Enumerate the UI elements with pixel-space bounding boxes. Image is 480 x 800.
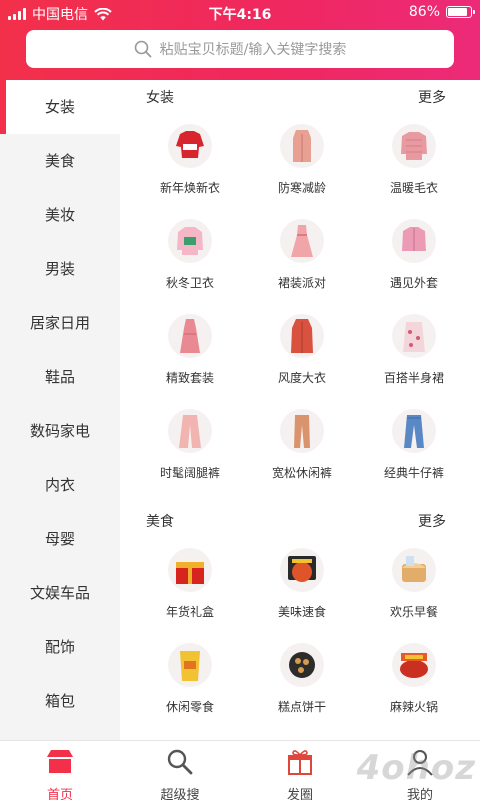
search-input[interactable]: 粘贴宝贝标题/输入关键字搜索 xyxy=(26,30,454,68)
sidebar-item[interactable]: 配饰 xyxy=(0,620,120,674)
subcategory-label: 糕点饼干 xyxy=(277,700,326,714)
subcategory-label: 遇见外套 xyxy=(389,276,438,290)
pink-dress-icon xyxy=(280,219,324,263)
sidebar-item[interactable]: 内衣 xyxy=(0,458,120,512)
subcategory-item[interactable]: 糕点饼干 xyxy=(246,633,358,728)
subcategory-item[interactable]: 百搭半身裙 xyxy=(358,304,470,399)
subcategory-label: 精致套装 xyxy=(165,371,214,385)
subcategory-item[interactable]: 麻辣火锅 xyxy=(358,633,470,728)
subcategory-label: 防寒减龄 xyxy=(277,181,326,195)
subcategory-label: 休闲零食 xyxy=(165,700,214,714)
subcategory-item[interactable]: 休闲零食 xyxy=(134,633,246,728)
jeans-icon xyxy=(392,409,436,453)
subcategory-item[interactable]: 遇见外套 xyxy=(358,209,470,304)
search-placeholder: 粘贴宝贝标题/输入关键字搜索 xyxy=(159,42,347,58)
gift-box-icon xyxy=(168,548,212,592)
category-content: 女装 更多 新年焕新衣 防寒减龄 温暖毛衣 秋冬卫衣 裙装派对 遇见外套 精致套装 风度大衣 百搭半… xyxy=(120,80,480,740)
section-title: 女装 xyxy=(146,90,174,106)
wide-leg-pants-icon xyxy=(168,409,212,453)
subcategory-label: 宽松休闲裤 xyxy=(271,466,332,480)
sidebar-item[interactable]: 居家日用 xyxy=(0,296,120,350)
tab-label: 发圈 xyxy=(286,788,313,800)
subcategory-label: 裙装派对 xyxy=(277,276,326,290)
subcategory-label: 新年焕新衣 xyxy=(159,181,220,195)
home-store-icon xyxy=(45,747,75,781)
subcategory-label: 美味速食 xyxy=(277,605,326,619)
subcategory-item[interactable]: 精致套装 xyxy=(134,304,246,399)
subcategory-item[interactable]: 防寒减龄 xyxy=(246,114,358,209)
instant-food-icon xyxy=(280,548,324,592)
gift-icon xyxy=(285,747,315,781)
hotpot-icon xyxy=(392,643,436,687)
subcategory-label: 经典牛仔裤 xyxy=(383,466,444,480)
sidebar-item[interactable]: 母婴 xyxy=(0,512,120,566)
subcategory-label: 秋冬卫衣 xyxy=(165,276,214,290)
subcategory-item[interactable]: 新年焕新衣 xyxy=(134,114,246,209)
more-link[interactable]: 更多 xyxy=(418,511,446,531)
subcategory-item[interactable]: 秋冬卫衣 xyxy=(134,209,246,304)
tab-label: 超级搜 xyxy=(160,788,200,800)
subcategory-label: 百搭半身裙 xyxy=(383,371,444,385)
battery-icon xyxy=(446,6,475,18)
subcategory-item[interactable]: 经典牛仔裤 xyxy=(358,399,470,494)
sidebar-item[interactable]: 美食 xyxy=(0,134,120,188)
subcategory-label: 麻辣火锅 xyxy=(389,700,438,714)
subcategory-item[interactable]: 温暖毛衣 xyxy=(358,114,470,209)
tab-super-search[interactable]: 超级搜 xyxy=(120,741,240,800)
subcategory-item[interactable]: 年货礼盒 xyxy=(134,538,246,633)
red-overcoat-icon xyxy=(280,314,324,358)
section-title: 美食 xyxy=(146,514,174,530)
subcategory-item[interactable]: 美味速食 xyxy=(246,538,358,633)
category-sidebar: 女装 美食 美妆 男装 居家日用 鞋品 数码家电 内衣 母婴 文娱车品 配饰 箱包 xyxy=(0,80,120,740)
tab-share-circle[interactable]: 发圈 xyxy=(240,741,360,800)
tab-home[interactable]: 首页 xyxy=(0,741,120,800)
watermark-logo: 4ohoz xyxy=(356,748,476,788)
subcategory-label: 风度大衣 xyxy=(277,371,326,385)
sidebar-item[interactable]: 鞋品 xyxy=(0,350,120,404)
status-right: 86% xyxy=(408,4,475,20)
floral-skirt-icon xyxy=(392,314,436,358)
header-bar: 中国电信 下午4:16 86% 粘贴宝贝标题/输入关键字搜索 xyxy=(0,0,480,80)
casual-pants-icon xyxy=(280,409,324,453)
subcategory-item[interactable]: 时髦阔腿裤 xyxy=(134,399,246,494)
section-header: 女装 更多 xyxy=(120,80,480,114)
rose-long-dress-icon xyxy=(168,314,212,358)
section-header: 美食 更多 xyxy=(120,504,480,538)
subcategory-grid: 新年焕新衣 防寒减龄 温暖毛衣秋冬卫衣 裙装派对 遇见外套精致套装 风度大衣 百搭半身裙时髦… xyxy=(120,114,480,494)
subcategory-label: 温暖毛衣 xyxy=(389,181,438,195)
search-icon xyxy=(165,747,195,781)
subcategory-item[interactable]: 宽松休闲裤 xyxy=(246,399,358,494)
cookies-icon xyxy=(280,643,324,687)
subcategory-label: 年货礼盒 xyxy=(165,605,214,619)
snack-bag-icon xyxy=(168,643,212,687)
red-sweater-icon xyxy=(168,124,212,168)
bread-icon xyxy=(392,548,436,592)
subcategory-grid: 年货礼盒 美味速食 欢乐早餐休闲零食 糕点饼干 麻辣火锅 xyxy=(120,538,480,728)
subcategory-item[interactable]: 欢乐早餐 xyxy=(358,538,470,633)
pink-knit-sweater-icon xyxy=(392,124,436,168)
subcategory-item[interactable]: 风度大衣 xyxy=(246,304,358,399)
status-bar: 中国电信 下午4:16 86% xyxy=(0,0,480,26)
sidebar-item[interactable]: 文娱车品 xyxy=(0,566,120,620)
sidebar-item[interactable]: 美妆 xyxy=(0,188,120,242)
more-link[interactable]: 更多 xyxy=(418,87,446,107)
sidebar-item[interactable]: 男装 xyxy=(0,242,120,296)
battery-percent: 86% xyxy=(408,4,440,20)
pink-coat-icon xyxy=(280,124,324,168)
tab-label: 首页 xyxy=(46,788,73,800)
subcategory-label: 时髦阔腿裤 xyxy=(159,466,220,480)
sidebar-item[interactable]: 女装 xyxy=(0,80,120,134)
sidebar-item[interactable]: 数码家电 xyxy=(0,404,120,458)
subcategory-item[interactable]: 裙装派对 xyxy=(246,209,358,304)
search-icon xyxy=(134,40,152,58)
subcategory-label: 欢乐早餐 xyxy=(389,605,438,619)
pink-jacket-icon xyxy=(392,219,436,263)
sidebar-item[interactable]: 箱包 xyxy=(0,674,120,728)
pink-hoodie-icon xyxy=(168,219,212,263)
